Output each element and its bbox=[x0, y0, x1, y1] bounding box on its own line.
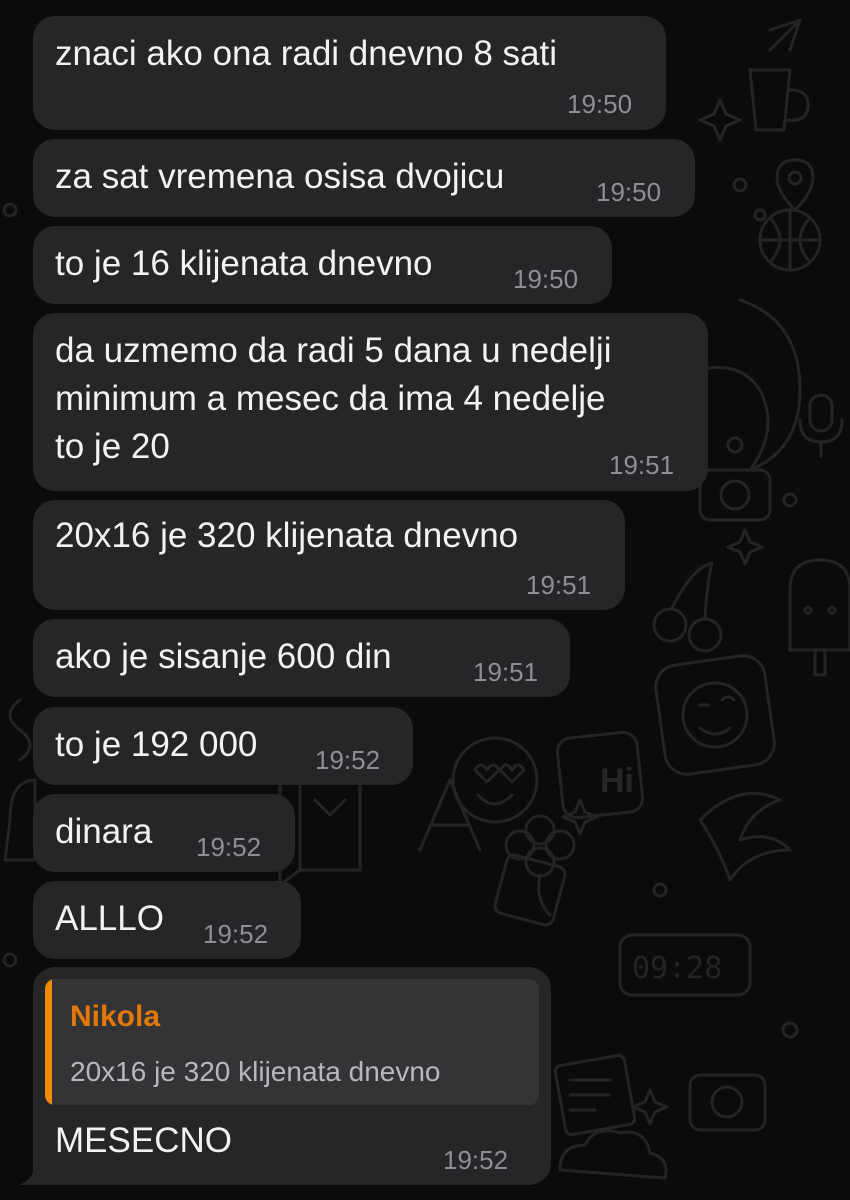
bell-icon bbox=[3, 778, 37, 862]
message-bubble[interactable]: da uzmemo da radi 5 dana u nedelji minim… bbox=[33, 313, 708, 491]
message-text: ALLLO bbox=[55, 899, 164, 938]
envelope-icon bbox=[553, 1053, 637, 1137]
message-text: znaci ako ona radi dnevno 8 sati bbox=[55, 34, 557, 73]
cherry-icon bbox=[652, 561, 723, 653]
message-text: ako je sisanje 600 din bbox=[55, 637, 392, 676]
location-pin-icon bbox=[775, 158, 815, 212]
message-text: za sat vremena osisa dvojicu bbox=[55, 157, 505, 196]
bubble-tail bbox=[19, 1159, 49, 1185]
message-text: to je 16 klijenata dnevno bbox=[55, 244, 433, 283]
cloud-icon bbox=[558, 1129, 668, 1180]
scribble-icon bbox=[8, 698, 32, 762]
message-text: 20x16 je 320 klijenata dnevno bbox=[55, 516, 519, 555]
message-text: da uzmemo da radi 5 dana u nedelji minim… bbox=[55, 331, 612, 466]
basketball-icon bbox=[758, 208, 822, 272]
sparkle-icon bbox=[698, 98, 742, 142]
sparkle-icon bbox=[726, 528, 764, 566]
message-text: dinara bbox=[55, 812, 153, 851]
cup-icon bbox=[748, 68, 810, 132]
quote-accent-bar bbox=[45, 979, 52, 1105]
reply-message-bubble[interactable]: Nikola 20x16 je 320 klijenata dnevno MES… bbox=[19, 967, 551, 1185]
hi-sticker-label: Hi bbox=[600, 762, 634, 800]
heart-eyes-emoji-icon bbox=[451, 736, 539, 824]
message-bubble[interactable]: znaci ako ona radi dnevno 8 sati 19:50 bbox=[33, 16, 666, 130]
message-timestamp: 19:52 bbox=[315, 745, 381, 775]
arrow-icon bbox=[768, 18, 802, 52]
leaf-icon bbox=[698, 791, 792, 882]
letter-a-icon bbox=[418, 778, 567, 927]
message-timestamp: 19:50 bbox=[513, 264, 579, 294]
camera-icon bbox=[698, 468, 772, 522]
message-bubble[interactable]: ALLLO 19:52 bbox=[33, 881, 301, 959]
sparkle-icon bbox=[631, 1088, 669, 1126]
digital-clock-label: 09:28 bbox=[632, 951, 722, 986]
swirl-icon bbox=[698, 298, 802, 472]
message-timestamp: 19:52 bbox=[443, 1145, 509, 1175]
camera-icon bbox=[688, 1073, 767, 1132]
microphone-icon bbox=[798, 393, 844, 458]
message-timestamp: 19:52 bbox=[196, 832, 262, 862]
message-timestamp: 19:51 bbox=[609, 450, 675, 480]
quoted-message[interactable]: Nikola 20x16 je 320 klijenata dnevno bbox=[45, 979, 539, 1105]
message-timestamp: 19:52 bbox=[203, 919, 269, 949]
message-bubble[interactable]: to je 192 000 19:52 bbox=[33, 707, 413, 785]
clover-icon bbox=[504, 814, 576, 917]
message-bubble[interactable]: dinara 19:52 bbox=[33, 794, 295, 872]
quote-author: Nikola bbox=[70, 1000, 161, 1033]
message-bubble[interactable]: za sat vremena osisa dvojicu 19:50 bbox=[33, 139, 695, 217]
message-text: to je 192 000 bbox=[55, 725, 258, 764]
ice-cream-icon bbox=[788, 558, 850, 677]
message-timestamp: 19:51 bbox=[526, 570, 592, 600]
message-bubble[interactable]: to je 16 klijenata dnevno 19:50 bbox=[33, 226, 612, 304]
message-timestamp: 19:50 bbox=[567, 89, 633, 119]
quote-text: 20x16 je 320 klijenata dnevno bbox=[70, 1056, 441, 1087]
wink-emoji-icon bbox=[654, 654, 776, 776]
message-text: MESECNO bbox=[55, 1121, 232, 1160]
message-timestamp: 19:51 bbox=[473, 657, 539, 687]
message-bubble[interactable]: 20x16 je 320 klijenata dnevno 19:51 bbox=[33, 500, 625, 610]
message-bubble[interactable]: ako je sisanje 600 din 19:51 bbox=[33, 619, 570, 697]
message-timestamp: 19:50 bbox=[596, 177, 662, 207]
